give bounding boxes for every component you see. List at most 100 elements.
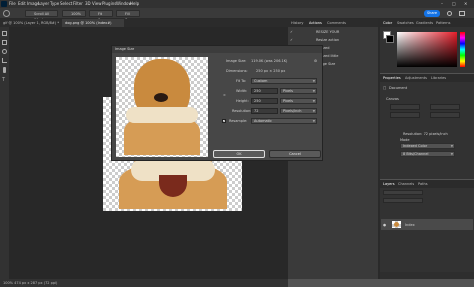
layers-footer xyxy=(380,272,474,279)
resample-select[interactable]: Automatic ▼ xyxy=(251,118,317,124)
share-button[interactable]: Share xyxy=(424,10,440,17)
cancel-button[interactable]: Cancel xyxy=(269,150,321,158)
mode-select[interactable]: Indexed Color ▼ xyxy=(400,143,455,149)
tab-color[interactable]: Color xyxy=(383,21,392,25)
width-value: 250 xyxy=(254,89,261,93)
tab-adjustments[interactable]: Adjustments xyxy=(405,76,427,80)
canvas-width-field[interactable] xyxy=(390,104,420,110)
action-row[interactable]: ✓ RESIZE YOUR xyxy=(288,30,378,36)
tab-gradients[interactable]: Gradients xyxy=(416,21,433,25)
resample-checkbox[interactable]: ✓ xyxy=(222,119,226,123)
tab-actions[interactable]: Actions xyxy=(309,21,322,25)
menu-bar: File Edit Image Layer Type Select Filter… xyxy=(0,0,474,8)
dimensions-value: 250 px × 250 px xyxy=(256,69,286,73)
fit-screen-button[interactable]: Fit Screen xyxy=(89,10,113,22)
document-tab-2[interactable]: dog.png @ 100% (Index#) xyxy=(62,19,124,27)
canvas-label: Canvas xyxy=(386,97,399,101)
tab-channels[interactable]: Channels xyxy=(398,182,414,186)
resample-value: Automatic xyxy=(254,119,272,123)
zoom-100-button[interactable]: 100% xyxy=(62,10,86,17)
chevron-down-icon: ▼ xyxy=(312,89,315,93)
menu-type[interactable]: Type xyxy=(50,1,59,6)
width-label: Width: xyxy=(236,89,248,93)
close-icon[interactable]: ✕ xyxy=(464,1,467,6)
ok-button[interactable]: OK xyxy=(213,150,265,158)
fit-to-value: Custom xyxy=(254,79,268,83)
tab-libraries[interactable]: Libraries xyxy=(431,76,446,80)
search-icon[interactable] xyxy=(447,11,452,16)
layers-panel-header: Layers Channels Paths xyxy=(380,180,474,188)
width-unit-select[interactable]: Pixels ▼ xyxy=(280,88,317,94)
hue-slider[interactable] xyxy=(460,32,465,67)
tab-properties[interactable]: Properties xyxy=(383,76,401,80)
tab-comments[interactable]: Comments xyxy=(327,21,346,25)
minimize-icon[interactable]: – xyxy=(441,1,443,6)
canvas-y-field[interactable] xyxy=(430,112,460,118)
tab-patterns[interactable]: Patterns xyxy=(436,21,450,25)
check-icon[interactable]: ✓ xyxy=(290,30,293,34)
workspace-icon[interactable] xyxy=(459,11,465,16)
menu-help[interactable]: Help xyxy=(130,1,139,6)
resolution-label: Resolution: xyxy=(232,109,252,113)
layer-filter-bar[interactable] xyxy=(383,190,423,195)
fill-screen-button[interactable]: Fill Screen xyxy=(116,10,140,22)
document-tab-1[interactable]: gif @ 100% (Layer 1, RGB/8#) * xyxy=(0,19,62,27)
lasso-tool-icon[interactable] xyxy=(2,49,7,54)
crop-tool-icon[interactable] xyxy=(2,58,7,63)
height-input[interactable]: 250 xyxy=(251,98,278,104)
dimensions-label: Dimensions: xyxy=(226,69,248,73)
actions-panel-header: History Actions Comments xyxy=(288,19,378,27)
marquee-tool-icon[interactable] xyxy=(2,40,7,45)
ps-logo-icon[interactable] xyxy=(1,1,7,7)
type-tool-icon[interactable]: T xyxy=(2,77,5,83)
color-picker-field[interactable] xyxy=(397,32,457,67)
ok-label: OK xyxy=(236,152,242,156)
mode-select-value: Indexed Color xyxy=(403,144,428,148)
brush-tool-icon[interactable] xyxy=(3,67,6,73)
action-label: RESIZE YOUR xyxy=(316,30,340,34)
height-unit-select[interactable]: Pixels ▼ xyxy=(280,98,317,104)
bit-depth-select[interactable]: 8 Bits/Channel ▼ xyxy=(400,151,455,157)
tab-history[interactable]: History xyxy=(291,21,303,25)
blend-mode-select[interactable] xyxy=(383,198,423,203)
document-label: Document xyxy=(389,86,408,90)
canvas-height-field[interactable] xyxy=(390,112,420,118)
resolution-input[interactable]: 72 xyxy=(251,108,278,114)
action-label: Resize action xyxy=(316,38,340,42)
menu-layer[interactable]: Layer xyxy=(38,1,49,6)
document-tab-2-label: dog.png @ 100% (Index#) xyxy=(65,21,112,25)
width-input[interactable]: 250 xyxy=(251,88,278,94)
eye-icon[interactable]: ● xyxy=(383,223,386,227)
link-icon[interactable]: ∞ xyxy=(223,93,226,97)
maximize-icon[interactable]: □ xyxy=(452,1,456,6)
gear-icon[interactable]: ⚙ xyxy=(314,59,317,63)
check-icon[interactable]: ✓ xyxy=(290,38,293,42)
tab-layers[interactable]: Layers xyxy=(383,182,395,186)
menu-select[interactable]: Select xyxy=(60,1,72,6)
resolution-unit-value: Pixels/Inch xyxy=(283,109,302,113)
tab-swatches[interactable]: Swatches xyxy=(397,21,414,25)
menu-view[interactable]: View xyxy=(92,1,102,6)
menu-3d[interactable]: 3D xyxy=(85,1,91,6)
canvas-x-field[interactable] xyxy=(430,104,460,110)
menu-edit[interactable]: Edit xyxy=(18,1,26,6)
status-text: 100% 474 px x 287 px (72 ppi) xyxy=(3,281,58,285)
height-value: 250 xyxy=(254,99,261,103)
layer-name: Index xyxy=(405,223,415,227)
zoom-tool-icon[interactable] xyxy=(3,10,10,17)
chevron-down-icon: ▼ xyxy=(312,99,315,103)
background-color-swatch[interactable] xyxy=(386,35,394,43)
menu-plugins[interactable]: Plugins xyxy=(102,1,116,6)
status-bar: 100% 474 px x 287 px (72 ppi) xyxy=(0,279,288,287)
bit-depth-select-value: 8 Bits/Channel xyxy=(403,152,429,156)
action-row[interactable]: ✓ Resize action xyxy=(288,38,378,44)
move-tool-icon[interactable] xyxy=(2,31,7,36)
tab-paths[interactable]: Paths xyxy=(418,182,428,186)
menu-filter[interactable]: Filter xyxy=(73,1,83,6)
image-size-value: 119.0K (was 206.1K) xyxy=(251,59,288,63)
properties-panel-header: Properties Adjustments Libraries xyxy=(380,74,474,82)
scroll-all-windows-button[interactable]: Scroll All Windows xyxy=(25,10,58,22)
resolution-unit-select[interactable]: Pixels/Inch ▼ xyxy=(280,108,317,114)
menu-file[interactable]: File xyxy=(9,1,16,6)
fit-to-select[interactable]: Custom ▼ xyxy=(251,78,317,84)
